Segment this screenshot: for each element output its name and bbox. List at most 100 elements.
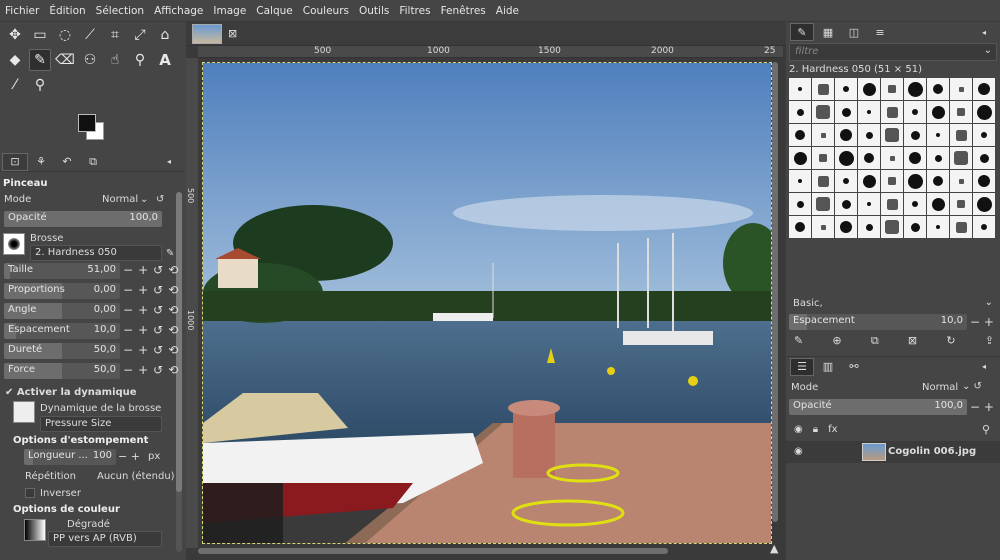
brush-cell[interactable] xyxy=(973,170,995,192)
fonts-tab-icon[interactable]: ◫ xyxy=(842,23,866,41)
brush-cell[interactable] xyxy=(927,170,949,192)
menu-edition[interactable]: Édition xyxy=(44,5,90,17)
increase-icon[interactable]: + xyxy=(138,363,148,377)
open-brush-icon[interactable]: ⇪ xyxy=(985,334,994,348)
fuzzy-select-tool-icon[interactable]: ⟋ xyxy=(79,24,101,46)
brush-cell[interactable] xyxy=(812,78,834,100)
tab-menu-icon[interactable]: ◂ xyxy=(156,153,182,171)
text-tool-icon[interactable]: A xyxy=(154,49,176,71)
slider-0[interactable]: Taille 51,00 xyxy=(4,263,120,279)
warp-tool-icon[interactable]: ⌂ xyxy=(154,24,176,46)
brush-cell[interactable] xyxy=(858,101,880,123)
brush-cell[interactable] xyxy=(881,101,903,123)
decrease-icon[interactable]: − xyxy=(123,303,133,317)
image-canvas[interactable] xyxy=(202,62,772,544)
reset-icon[interactable]: ↺ xyxy=(153,323,163,337)
brush-cell[interactable] xyxy=(881,147,903,169)
layer-opacity-stepper[interactable]: − + xyxy=(970,400,994,414)
brush-cell[interactable] xyxy=(812,147,834,169)
reset-icon[interactable]: ↺ xyxy=(156,194,164,205)
link-icon[interactable]: ⟲ xyxy=(168,363,178,377)
layers-tab-icon[interactable]: ☰ xyxy=(790,357,814,376)
brush-cell[interactable] xyxy=(927,78,949,100)
device-status-tab-icon[interactable]: ⚘ xyxy=(28,153,54,171)
undo-history-tab-icon[interactable]: ↶ xyxy=(54,153,80,171)
reset-icon[interactable]: ↺ xyxy=(153,303,163,317)
slider-2[interactable]: Angle 0,00 xyxy=(4,303,120,319)
brush-cell[interactable] xyxy=(858,170,880,192)
gradient-preview[interactable] xyxy=(24,519,46,541)
brush-cell[interactable] xyxy=(812,124,834,146)
link-icon[interactable]: ⟲ xyxy=(168,263,178,277)
menu-fichier[interactable]: Fichier xyxy=(0,5,44,17)
refresh-brushes-icon[interactable]: ↻ xyxy=(946,334,955,348)
rect-select-tool-icon[interactable]: ▭ xyxy=(29,24,51,46)
brush-cell[interactable] xyxy=(950,170,972,192)
fx-icon[interactable]: fx xyxy=(828,424,837,435)
brush-spacing-slider[interactable]: Espacement 10,0 xyxy=(789,314,967,330)
horizontal-scrollbar[interactable] xyxy=(198,548,668,554)
navigate-icon[interactable]: ▲ xyxy=(770,542,778,555)
brush-cell[interactable] xyxy=(904,216,926,238)
chevron-down-icon[interactable]: ⌄ xyxy=(140,194,148,205)
slider-3[interactable]: Espacement 10,0 xyxy=(4,323,120,339)
brush-cell[interactable] xyxy=(835,147,857,169)
chevron-down-icon[interactable]: ⌄ xyxy=(984,45,992,56)
brush-cell[interactable] xyxy=(812,101,834,123)
brush-cell[interactable] xyxy=(881,216,903,238)
brush-filter-input[interactable]: filtre ⌄ xyxy=(789,43,997,61)
menu-affichage[interactable]: Affichage xyxy=(149,5,208,17)
brush-spacing-stepper[interactable]: − + xyxy=(970,315,994,329)
brush-cell[interactable] xyxy=(927,216,949,238)
duplicate-brush-icon[interactable]: ⧉ xyxy=(871,334,879,348)
lock-icon[interactable]: 🔒︎ xyxy=(813,424,818,435)
brush-cell[interactable] xyxy=(858,124,880,146)
brush-cell[interactable] xyxy=(835,193,857,215)
brush-cell[interactable] xyxy=(950,78,972,100)
brush-cell[interactable] xyxy=(881,124,903,146)
brush-cell[interactable] xyxy=(835,101,857,123)
decrease-icon[interactable]: − xyxy=(123,363,133,377)
brush-cell[interactable] xyxy=(950,124,972,146)
reset-icon[interactable]: ↺ xyxy=(153,263,163,277)
brush-cell[interactable] xyxy=(904,170,926,192)
chevron-down-icon[interactable]: ⌄ ↺ xyxy=(962,381,982,392)
slider-1[interactable]: Proportions 0,00 xyxy=(4,283,120,299)
transform-tool-icon[interactable]: ⤢ xyxy=(129,24,151,46)
brush-cell[interactable] xyxy=(927,193,949,215)
layers-dock-menu-icon[interactable]: ◂ xyxy=(972,358,996,376)
zoom-tool-icon[interactable]: ⚲ xyxy=(29,74,51,96)
brush-cell[interactable] xyxy=(812,193,834,215)
brush-cell[interactable] xyxy=(881,78,903,100)
layer-opacity-slider[interactable]: Opacité 100,0 xyxy=(789,399,967,415)
brush-cell[interactable] xyxy=(789,216,811,238)
move-tool-icon[interactable]: ✥ xyxy=(4,24,26,46)
brush-preview[interactable] xyxy=(3,233,25,255)
slider-controls[interactable]: − + ↺ ⟲ xyxy=(123,323,178,337)
brush-cell[interactable] xyxy=(973,78,995,100)
increase-icon[interactable]: + xyxy=(138,343,148,357)
repeat-dropdown[interactable]: Aucun (étendu) xyxy=(97,471,175,482)
brush-cell[interactable] xyxy=(835,78,857,100)
brush-name-field[interactable]: 2. Hardness 050 xyxy=(30,245,162,261)
decrease-icon[interactable]: − xyxy=(123,283,133,297)
layer-mode-dropdown[interactable]: Normal xyxy=(922,382,958,393)
dock-menu-icon[interactable]: ◂ xyxy=(972,23,996,41)
lasso-tool-icon[interactable]: ◌ xyxy=(54,24,76,46)
menu-image[interactable]: Image xyxy=(208,5,251,17)
brush-cell[interactable] xyxy=(973,216,995,238)
brush-cell[interactable] xyxy=(927,101,949,123)
brush-cell[interactable] xyxy=(904,124,926,146)
brush-cell[interactable] xyxy=(812,170,834,192)
brush-cell[interactable] xyxy=(904,78,926,100)
slider-4[interactable]: Dureté 50,0 xyxy=(4,343,120,359)
clone-tool-icon[interactable]: ⚇ xyxy=(79,49,101,71)
close-tab-icon[interactable]: ⊠ xyxy=(228,27,237,40)
image-tab-thumbnail[interactable] xyxy=(192,24,222,44)
vertical-scrollbar[interactable] xyxy=(772,62,778,522)
slider-controls[interactable]: − + ↺ ⟲ xyxy=(123,283,178,297)
bucket-fill-tool-icon[interactable]: ◆ xyxy=(4,49,26,71)
link-icon[interactable]: ⟲ xyxy=(168,283,178,297)
brush-cell[interactable] xyxy=(789,193,811,215)
dynamics-checkbox[interactable]: ✔ Activer la dynamique xyxy=(5,387,137,398)
